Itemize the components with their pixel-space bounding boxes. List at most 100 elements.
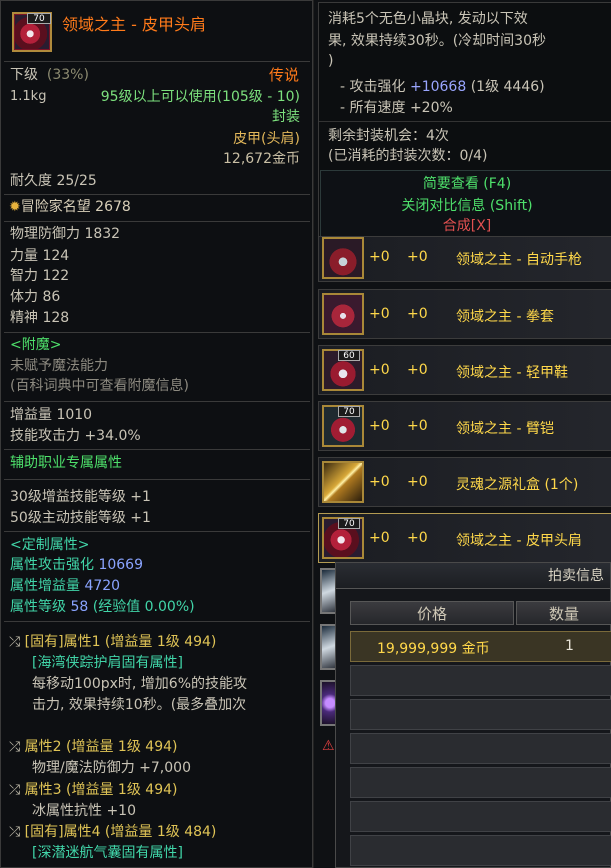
enchant-hint: (百科词典中可查看附魔信息) <box>10 378 189 394</box>
gloves-item-icon <box>322 237 364 279</box>
bracer-item-icon: 70 <box>322 405 364 447</box>
sell-price: 12,672金币 <box>223 151 300 167</box>
auction-table: 价格 数量 19,999,999 金币 1 <box>350 601 611 868</box>
divider <box>4 61 310 62</box>
compare-menu: 简要查看 (F4) 关闭对比信息 (Shift) 合成[X] <box>320 170 611 240</box>
custom-title: <定制属性> <box>10 537 90 553</box>
attr1-desc-2: 击力, 效果持续10秒。(最多叠加次 <box>32 697 247 713</box>
inv-item-name: 领域之主 - 自动手枪 <box>456 252 582 268</box>
inv-plus-1: +0 <box>369 530 390 546</box>
auction-row-empty[interactable] <box>350 733 611 764</box>
inv-plus-2: +0 <box>407 249 428 265</box>
item-type: 皮甲(头肩) <box>233 131 300 147</box>
warning-icon: ⚠ <box>322 738 335 754</box>
rarity-label: 传说 <box>268 66 299 84</box>
shuffle-icon: ⤮ <box>9 634 21 650</box>
custom-attr-atk: 属性攻击强化 10669 <box>10 557 143 573</box>
item-level-badge: 70 <box>338 406 360 417</box>
inv-item-name: 领域之主 - 拳套 <box>456 309 554 325</box>
auction-row-qty: 1 <box>565 638 574 654</box>
stat-str: 力量 124 <box>10 248 70 264</box>
simple-view-button[interactable]: 简要查看 (F4) <box>321 173 611 193</box>
support-title: 辅助职业专属属性 <box>10 455 122 471</box>
inv-item-name: 领域之主 - 皮甲头肩 <box>456 533 582 549</box>
auction-row-empty[interactable] <box>350 835 611 866</box>
seal-desc-1: 消耗5个无色小晶块, 发动以下效 <box>328 11 528 27</box>
sealed-label: 封装 <box>272 109 300 125</box>
inv-plus-2: +0 <box>407 530 428 546</box>
seal-attack: - 攻击强化 +10668 (1级 4446) <box>340 79 545 95</box>
attr2-head: ⤮ 属性2 (增益量 1级 494) <box>9 739 178 755</box>
item-tooltip: 70 领域之主 - 皮甲头肩 下级 (33%) 传说 1.1kg 95级以上可以… <box>0 0 313 868</box>
fist-item-icon <box>322 293 364 335</box>
close-compare-button[interactable]: 关闭对比信息 (Shift) <box>321 195 611 215</box>
inv-plus-2: +0 <box>407 474 428 490</box>
synth-button[interactable]: 合成[X] <box>321 215 611 235</box>
support-line-1: 30级增益技能等级 +1 <box>10 489 151 505</box>
item-level-badge: 60 <box>338 350 360 361</box>
col-price-header[interactable]: 价格 <box>350 601 514 625</box>
inv-plus-1: +0 <box>369 474 390 490</box>
inv-plus-1: +0 <box>369 418 390 434</box>
inventory-row[interactable]: 60 +0 +0 领域之主 - 轻甲鞋 <box>318 345 611 395</box>
inv-plus-1: +0 <box>369 362 390 378</box>
seal-desc-3: ) <box>328 53 334 69</box>
inv-item-name: 灵魂之源礼盒 (1个) <box>456 477 579 493</box>
support-line-2: 50级主动技能等级 +1 <box>10 510 151 526</box>
auction-row-empty[interactable] <box>350 699 611 730</box>
auction-row-empty[interactable] <box>350 801 611 832</box>
item-icon: 70 <box>12 12 52 52</box>
seal-speed: - 所有速度 +20% <box>340 100 453 116</box>
divider <box>4 194 310 195</box>
shuffle-icon: ⤮ <box>9 782 21 798</box>
inv-plus-2: +0 <box>407 418 428 434</box>
custom-level: 属性等级 58 (经验值 0.00%) <box>10 599 195 615</box>
boots-item-icon: 60 <box>322 349 364 391</box>
seal-remaining: 剩余封装机会：4次 <box>328 128 449 144</box>
stat-int: 智力 122 <box>10 268 70 284</box>
shuffle-icon: ⤮ <box>9 824 21 840</box>
attr3-desc: 冰属性抗性 +10 <box>32 803 136 819</box>
auction-row[interactable]: 19,999,999 金币 1 <box>350 631 611 662</box>
inv-plus-2: +0 <box>407 362 428 378</box>
attr1-desc-1: 每移动100px时, 增加6%的技能攻 <box>32 676 248 692</box>
inventory-row-selected[interactable]: 70 +0 +0 领域之主 - 皮甲头肩 <box>318 513 611 563</box>
attr3-head: ⤮ 属性3 (增益量 1级 494) <box>9 782 178 798</box>
attr4-head: ⤮ [固有]属性4 (增益量 1级 484) <box>9 824 217 840</box>
gift-box-icon <box>322 461 364 503</box>
inv-item-name: 领域之主 - 轻甲鞋 <box>456 365 568 381</box>
inventory-row[interactable]: +0 +0 领域之主 - 拳套 <box>318 289 611 339</box>
inventory-row[interactable]: 70 +0 +0 领域之主 - 臂铠 <box>318 401 611 451</box>
divider <box>4 221 310 222</box>
attr4-sub: [深潜迷航气囊固有属性] <box>32 845 183 861</box>
divider <box>319 121 611 122</box>
seal-desc-2: 果, 效果持续30秒。(冷却时间30秒 <box>328 33 546 49</box>
shoulder-item-icon: 70 <box>322 517 364 559</box>
auction-title: 拍卖信息 <box>336 563 610 589</box>
stat-spi: 精神 128 <box>10 310 70 326</box>
fame-row: ✹冒险家名望 2678 <box>9 199 131 215</box>
attr1-sub: [海湾侠踪护肩固有属性] <box>32 655 183 671</box>
item-level-badge: 70 <box>27 13 51 24</box>
auction-info-popup: 拍卖信息 价格 数量 19,999,999 金币 1 <box>335 562 611 868</box>
auction-row-empty[interactable] <box>350 665 611 696</box>
shuffle-icon: ⤮ <box>9 739 21 755</box>
durability: 耐久度 25/25 <box>10 173 97 189</box>
inv-plus-1: +0 <box>369 306 390 322</box>
enchant-title: <附魔> <box>10 337 62 353</box>
item-name: 领域之主 - 皮甲头肩 <box>62 15 206 34</box>
seal-used: (已消耗的封装次数：0/4) <box>328 148 488 164</box>
inventory-row[interactable]: +0 +0 灵魂之源礼盒 (1个) <box>318 457 611 507</box>
stat-vit: 体力 86 <box>10 289 61 305</box>
auction-row-empty[interactable] <box>350 767 611 798</box>
fame-icon: ✹ <box>9 199 21 215</box>
divider <box>4 401 310 402</box>
inventory-row[interactable]: +0 +0 领域之主 - 自动手枪 <box>318 236 611 282</box>
auction-row-price: 19,999,999 金币 <box>377 641 490 657</box>
col-qty-header[interactable]: 数量 <box>516 601 611 625</box>
custom-buff: 属性增益量 4720 <box>10 578 121 594</box>
item-level-badge: 70 <box>338 518 360 529</box>
stat-phys-def: 物理防御力 1832 <box>10 226 121 242</box>
divider <box>4 531 310 532</box>
divider <box>4 332 310 333</box>
